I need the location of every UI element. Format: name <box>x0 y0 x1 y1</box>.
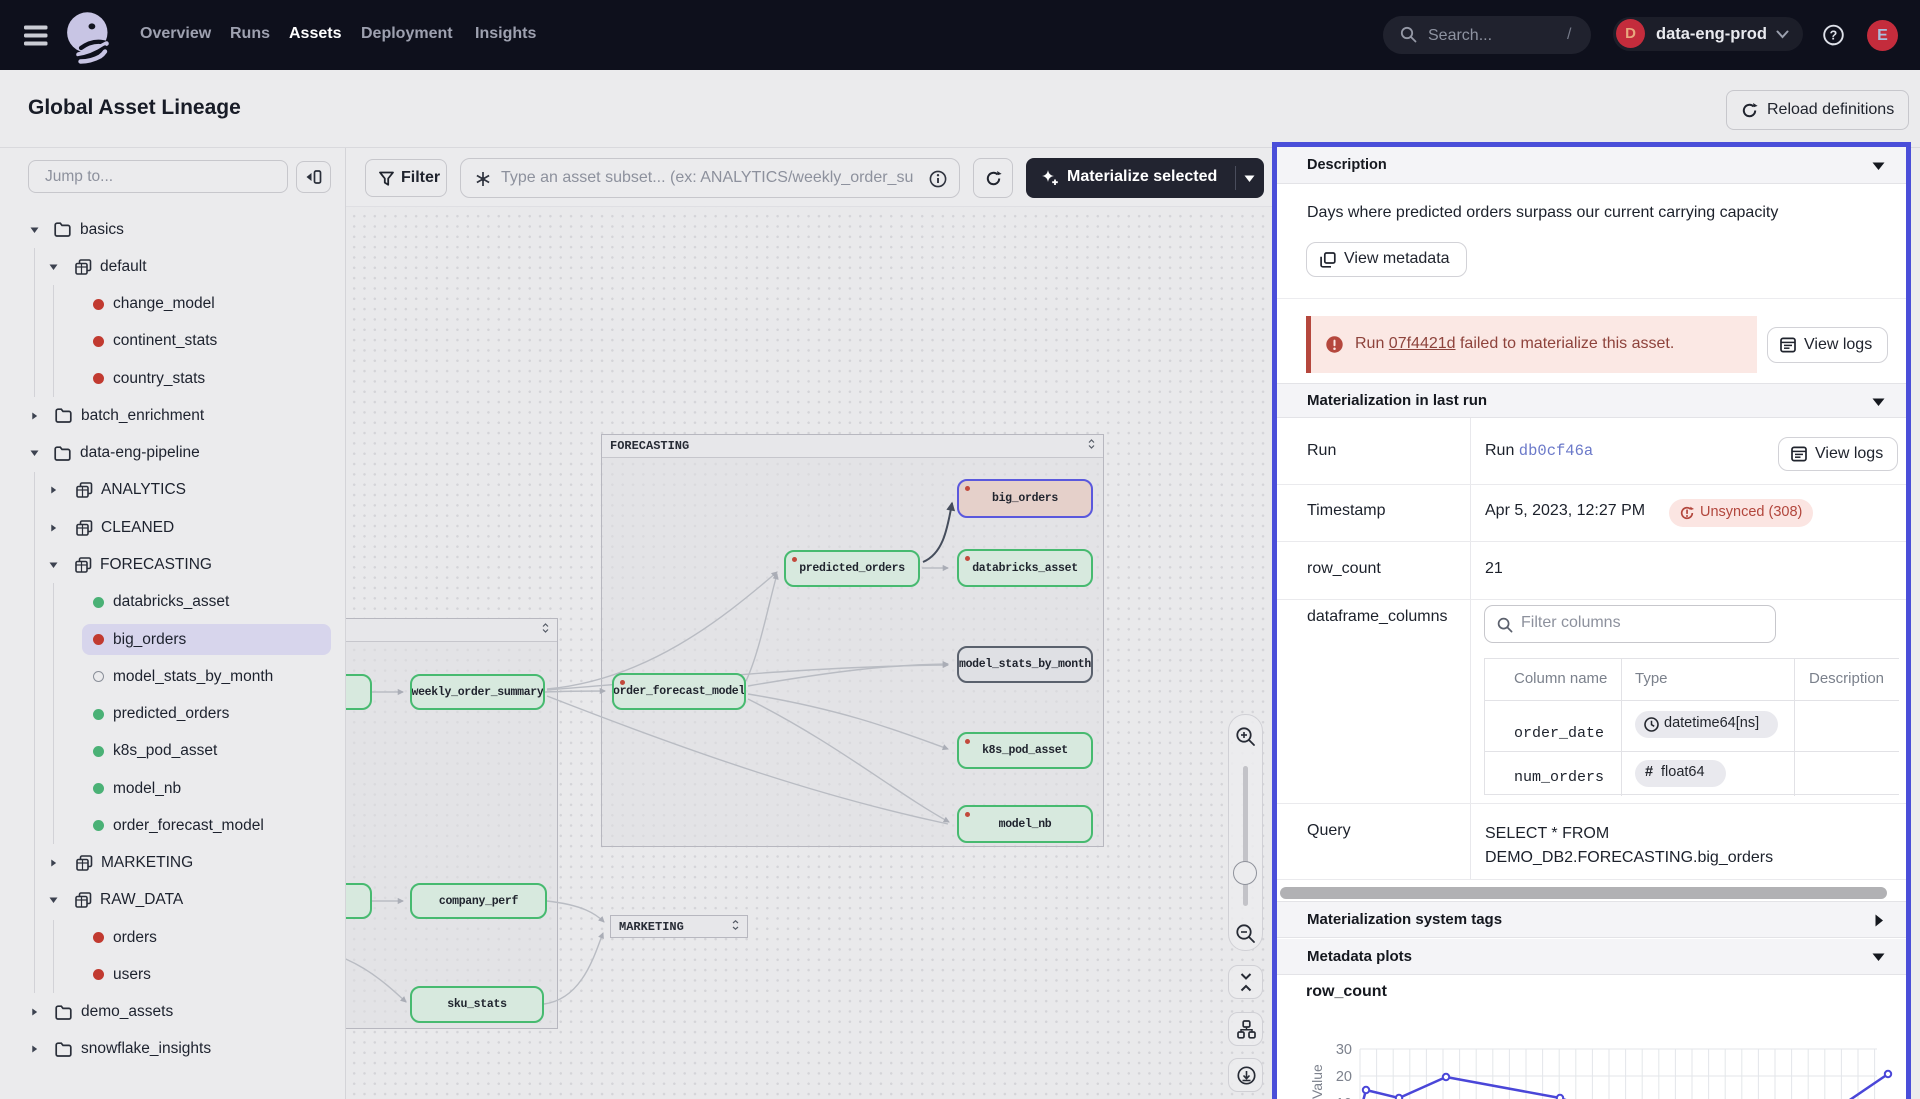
svg-text:20: 20 <box>1336 1069 1352 1085</box>
svg-text:30: 30 <box>1336 1042 1352 1058</box>
svg-text:?: ? <box>1830 29 1838 43</box>
svg-text:Value: Value <box>1309 1064 1325 1099</box>
